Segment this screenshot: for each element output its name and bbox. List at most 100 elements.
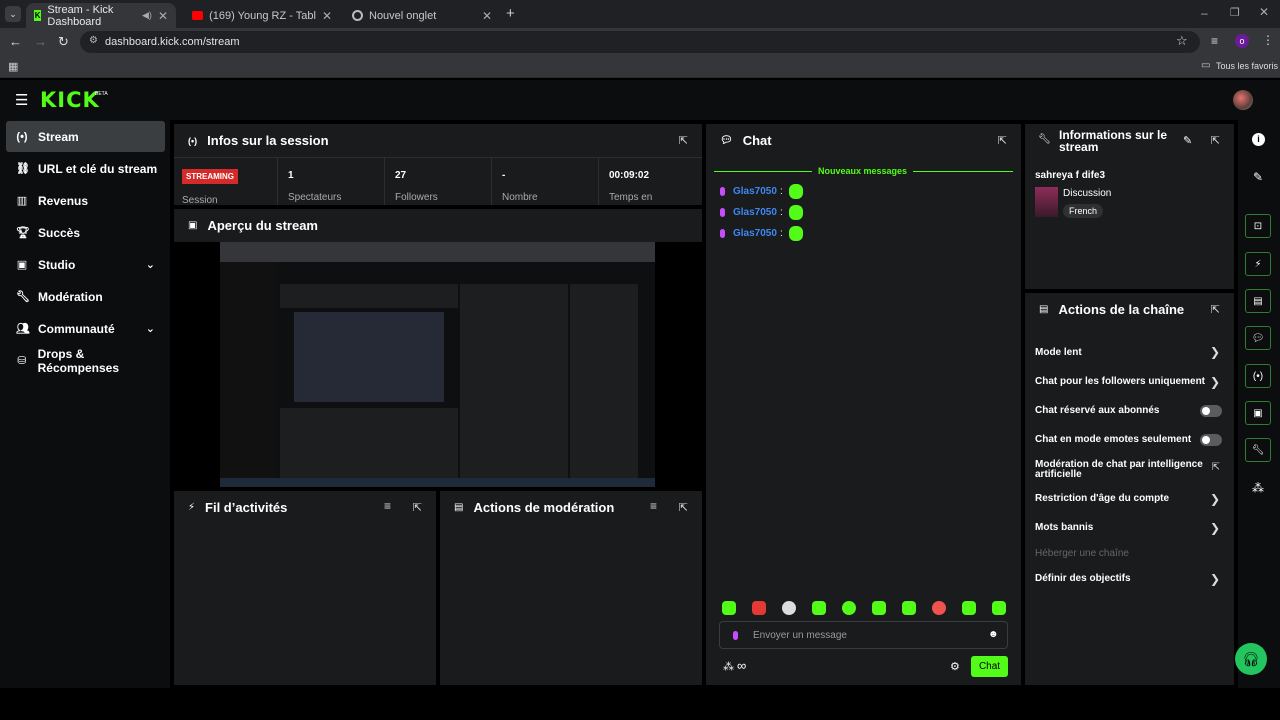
chat-message[interactable]: Glas7050: xyxy=(720,226,803,241)
session-info-panel: (•) Infos sur la session ⇱ STREAMING Ses… xyxy=(174,124,702,206)
expand-icon[interactable]: ⇱ xyxy=(1211,303,1220,316)
emote-icon[interactable] xyxy=(932,601,946,615)
filter-icon[interactable]: ≡ xyxy=(650,499,657,513)
support-button[interactable]: 🎧︎ xyxy=(1235,643,1267,675)
action-banned-words[interactable]: Mots bannis xyxy=(1035,523,1195,533)
sidebar-item-community[interactable]: 👥︎ Communauté ⌄ xyxy=(6,313,165,344)
reload-icon[interactable]: ↻ xyxy=(58,34,69,50)
emote-icon[interactable] xyxy=(962,601,976,615)
menu-icon[interactable]: ⋮ xyxy=(1262,33,1274,47)
rail-button-channel-actions[interactable]: ▣ xyxy=(1245,401,1271,425)
all-favorites-link[interactable]: Tous les favoris xyxy=(1216,61,1278,71)
stream-preview-video[interactable] xyxy=(220,242,655,487)
close-icon[interactable]: ✕ xyxy=(158,9,168,23)
chat-username[interactable]: Glas7050 xyxy=(733,228,777,239)
expand-icon[interactable]: ⇱ xyxy=(998,134,1007,147)
close-icon[interactable]: ✕ xyxy=(482,9,492,23)
restore-button[interactable]: ❐ xyxy=(1230,6,1240,19)
action-slow-mode[interactable]: Mode lent xyxy=(1035,348,1195,358)
apps-icon[interactable]: ▦ xyxy=(8,60,18,73)
minimize-button[interactable]: – xyxy=(1201,6,1208,20)
tab-search-button[interactable]: ⌄ xyxy=(5,6,21,22)
expand-icon[interactable]: ⇱ xyxy=(679,134,688,147)
site-info-icon[interactable]: ⚙ xyxy=(89,35,98,46)
edit-pencil-icon[interactable]: ✎ xyxy=(1253,170,1263,184)
emote-icon[interactable] xyxy=(812,601,826,615)
chevron-right-icon[interactable]: ❯ xyxy=(1210,572,1220,586)
emotes-only-toggle[interactable] xyxy=(1200,434,1222,446)
reading-list-icon[interactable]: ≡ xyxy=(1211,34,1218,48)
chat-message[interactable]: Glas7050: xyxy=(720,184,803,199)
new-tab-button[interactable]: + xyxy=(506,5,515,22)
expand-icon[interactable]: ⇱ xyxy=(679,501,688,514)
kick-dots-icon[interactable]: ⁂ xyxy=(1252,481,1264,495)
emote-icon[interactable] xyxy=(722,601,736,615)
close-window-button[interactable]: ✕ xyxy=(1259,5,1269,19)
action-host-channel: Héberger une chaîne xyxy=(1035,548,1129,559)
action-set-goals[interactable]: Définir des objectifs xyxy=(1035,574,1195,584)
stream-info-panel: 🔧︎ Informations sur le stream ✎ ⇱ sahrey… xyxy=(1025,124,1234,289)
sidebar-item-moderation[interactable]: 🔧︎ Modération xyxy=(6,281,165,312)
browser-tab-kick-dashboard[interactable]: K Stream - Kick Dashboard ◀) ✕ xyxy=(26,3,176,28)
emoji-picker-icon[interactable]: ☻ xyxy=(988,629,999,640)
hamburger-menu-icon[interactable]: ☰ xyxy=(15,91,28,109)
emote-icon[interactable] xyxy=(992,601,1006,615)
address-bar[interactable]: ⚙ dashboard.kick.com/stream ☆ xyxy=(80,31,1200,53)
emote-icon[interactable] xyxy=(752,601,766,615)
forward-icon[interactable]: → xyxy=(34,34,47,49)
emote-icon[interactable] xyxy=(902,601,916,615)
category-name[interactable]: Discussion xyxy=(1063,188,1111,199)
kick-dots-icon[interactable]: ⁂ xyxy=(723,660,734,673)
infinity-icon[interactable]: ∞ xyxy=(737,658,746,673)
action-ai-moderation[interactable]: Modération de chat par intelligence arti… xyxy=(1035,460,1205,480)
browser-tab-new[interactable]: Nouvel onglet ✕ xyxy=(344,3,500,28)
back-icon[interactable]: ← xyxy=(9,34,22,49)
chevron-right-icon[interactable]: ❯ xyxy=(1210,492,1220,506)
url-text: dashboard.kick.com/stream xyxy=(105,36,240,48)
filter-icon[interactable]: ≡ xyxy=(384,499,391,513)
chevron-right-icon[interactable]: ❯ xyxy=(1210,521,1220,535)
stat-label: Followers xyxy=(395,192,438,203)
studio-icon: ▣ xyxy=(16,259,28,271)
sidebar-item-drops-rewards[interactable]: ⛁ Drops & Récompenses xyxy=(6,345,165,376)
kick-header: ☰ KICK BETA xyxy=(0,80,1280,120)
action-followers-only[interactable]: Chat pour les followers uniquement xyxy=(1035,377,1215,387)
rail-button-broadcast[interactable]: (•) xyxy=(1245,364,1271,388)
expand-icon[interactable]: ⇱ xyxy=(413,501,422,514)
close-icon[interactable]: ✕ xyxy=(322,9,332,23)
chat-settings-icon[interactable]: ⚙ xyxy=(950,660,960,673)
bookmark-star-icon[interactable]: ☆ xyxy=(1176,33,1188,49)
browser-tab-youtube[interactable]: (169) Young RZ - Table 10 (Fren ✕ xyxy=(184,3,340,28)
sidebar-item-studio[interactable]: ▣ Studio ⌄ xyxy=(6,249,165,280)
emote-icon[interactable] xyxy=(842,601,856,615)
rail-button-notes[interactable]: ▤ xyxy=(1245,289,1271,313)
rail-button-lightning[interactable]: ⚡︎ xyxy=(1245,252,1271,276)
chevron-right-icon[interactable]: ❯ xyxy=(1210,375,1220,389)
emote-icon[interactable] xyxy=(782,601,796,615)
chat-send-button[interactable]: Chat xyxy=(971,656,1008,677)
info-icon[interactable]: i xyxy=(1252,133,1265,146)
expand-icon[interactable]: ⇱ xyxy=(1211,134,1220,147)
preview-taskbar xyxy=(220,478,655,487)
chevron-right-icon[interactable]: ❯ xyxy=(1210,345,1220,359)
chevron-down-icon: ⌄ xyxy=(145,259,155,271)
profile-avatar[interactable]: o xyxy=(1235,34,1249,48)
user-avatar[interactable] xyxy=(1233,90,1253,110)
rail-button-tools[interactable]: 🔧︎ xyxy=(1245,438,1271,462)
chat-message[interactable]: Glas7050: xyxy=(720,205,803,220)
rail-button-chat[interactable]: 💬︎ xyxy=(1245,326,1271,350)
kick-logo[interactable]: KICK xyxy=(40,88,100,112)
chat-username[interactable]: Glas7050 xyxy=(733,207,777,218)
external-link-icon[interactable]: ⇱ xyxy=(1212,462,1220,473)
sidebar-item-achievements[interactable]: 🏆︎ Succès xyxy=(6,217,165,248)
sidebar-item-stream-url-key[interactable]: ⛓ URL et clé du stream xyxy=(6,153,165,184)
chat-username[interactable]: Glas7050 xyxy=(733,186,777,197)
emote-icon[interactable] xyxy=(872,601,886,615)
chat-message-input[interactable]: Envoyer un message ☻ xyxy=(719,621,1008,649)
sidebar-item-stream[interactable]: (•) Stream xyxy=(6,121,165,152)
action-age-restriction[interactable]: Restriction d'âge du compte xyxy=(1035,494,1195,504)
subscribers-only-toggle[interactable] xyxy=(1200,405,1222,417)
edit-pencil-icon[interactable]: ✎ xyxy=(1183,134,1192,147)
rail-button-camera[interactable]: ⊡ xyxy=(1245,214,1271,238)
sidebar-item-revenue[interactable]: ▥ Revenus xyxy=(6,185,165,216)
